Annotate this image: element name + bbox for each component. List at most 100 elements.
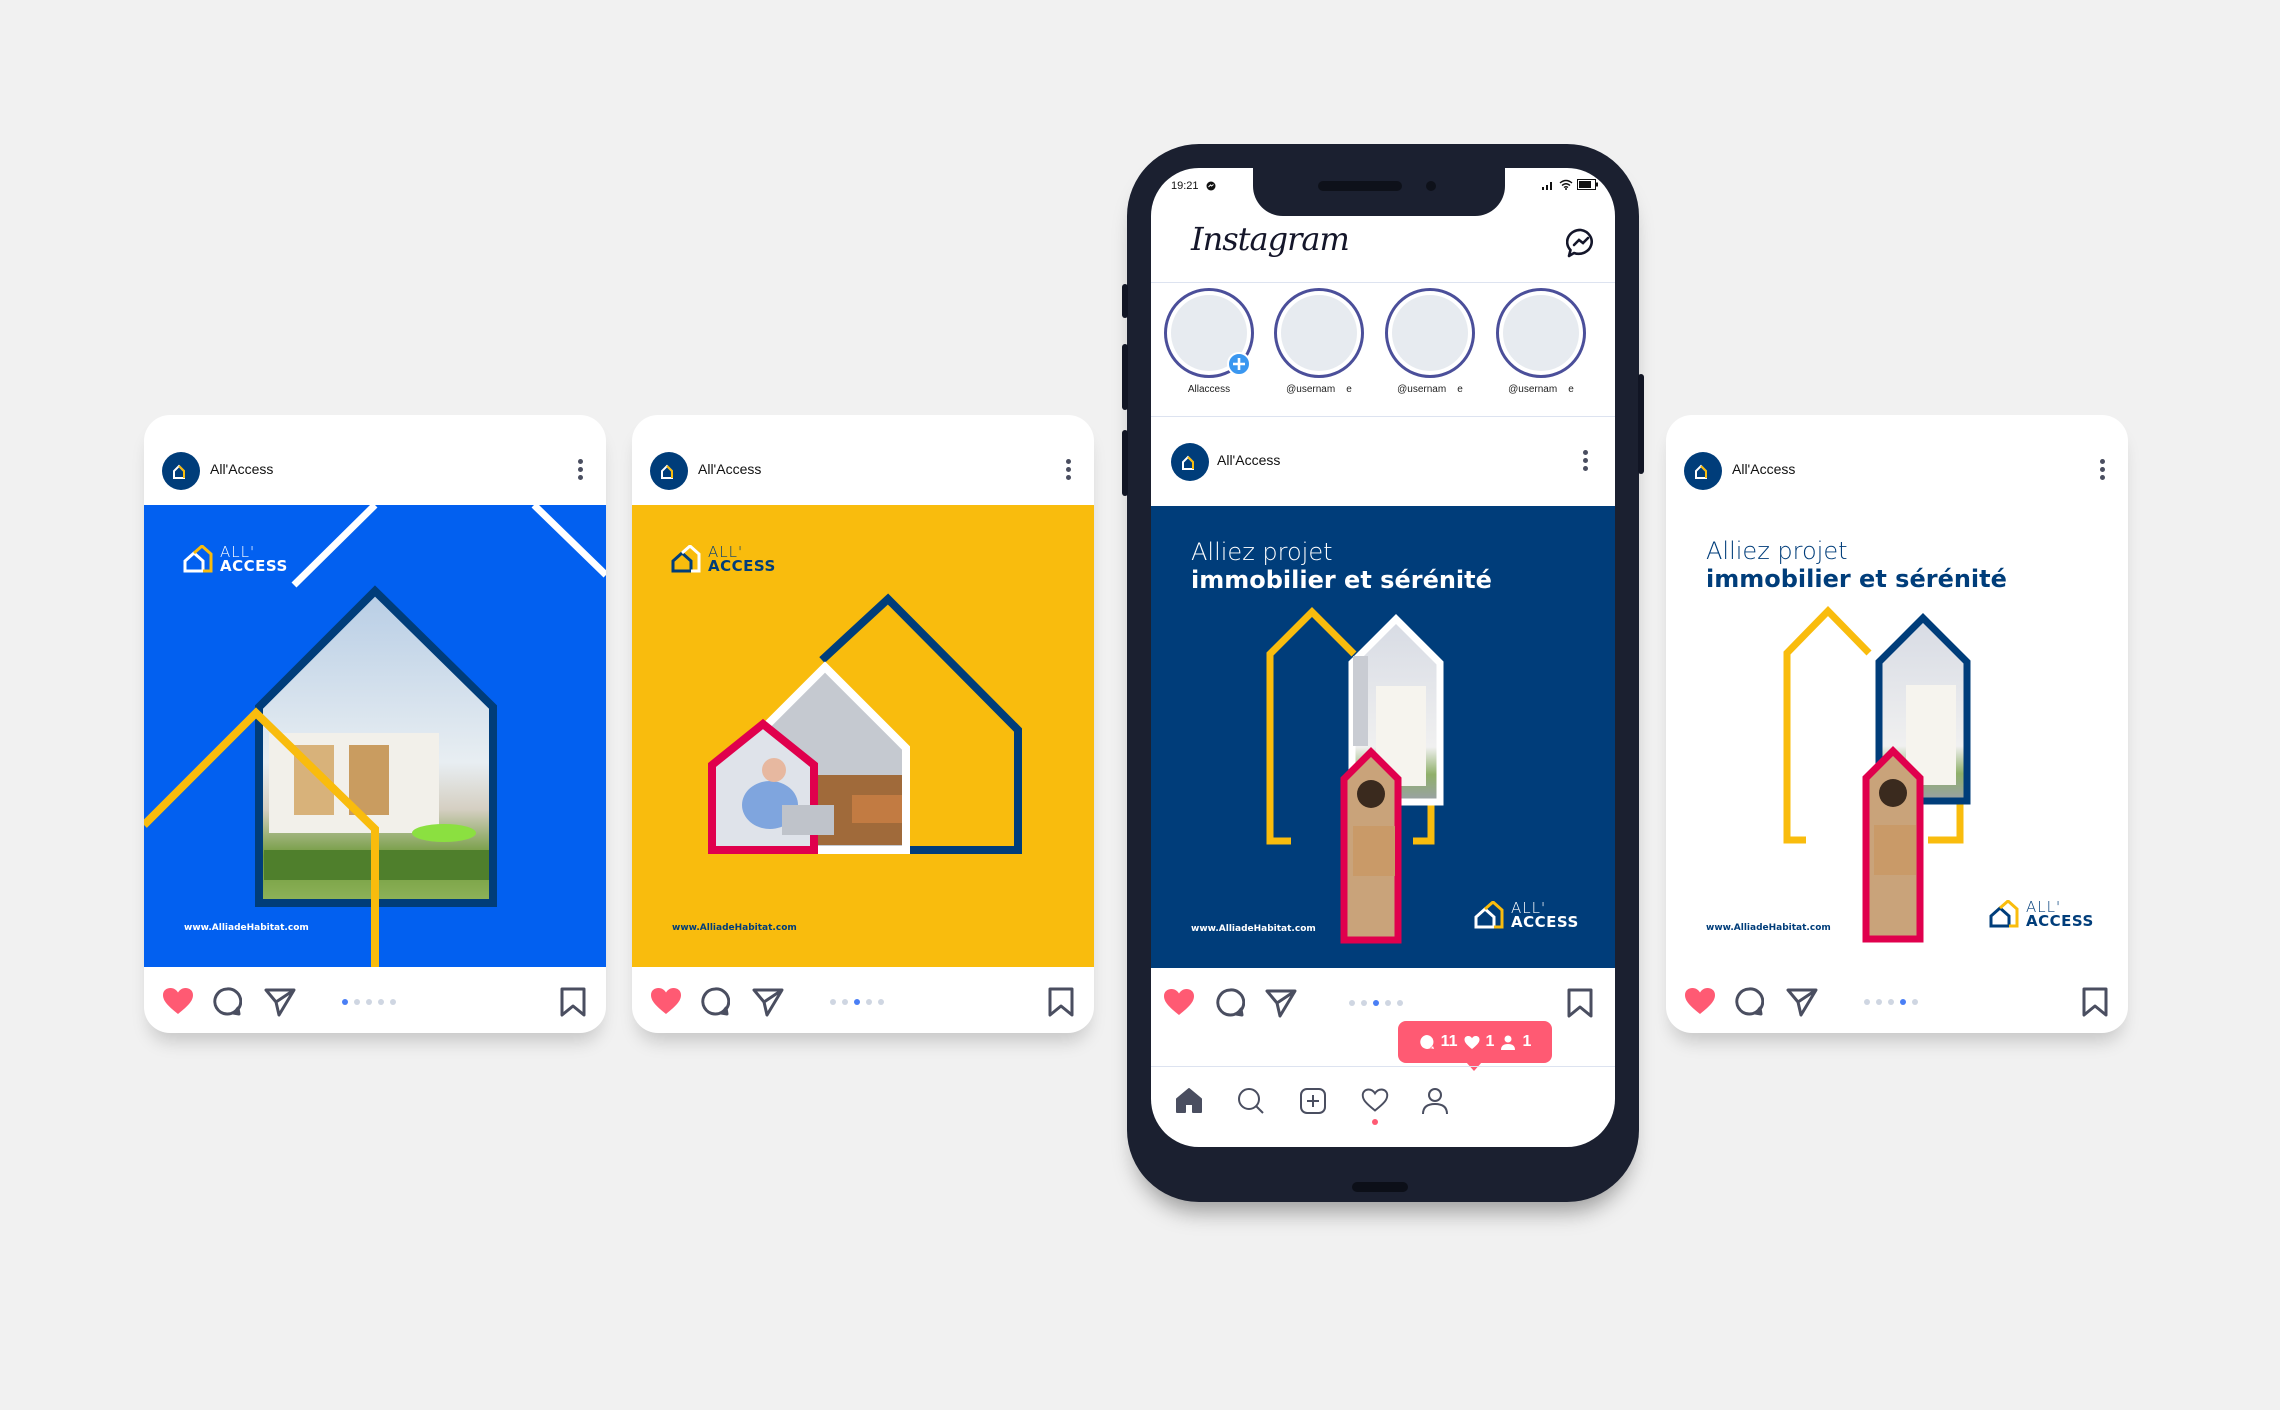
account-name[interactable]: All'Access <box>698 461 761 477</box>
account-name[interactable]: All'Access <box>1732 461 1795 477</box>
bookmark-icon[interactable] <box>1048 987 1074 1017</box>
share-send-icon[interactable] <box>264 987 296 1017</box>
phone-power-button <box>1638 374 1644 474</box>
like-heart-icon[interactable] <box>1163 988 1195 1016</box>
signal-icon <box>1542 182 1552 190</box>
website-text: www.AlliadeHabitat.com <box>184 923 309 933</box>
brand-logo: ALL' ACCESS <box>1988 899 2094 931</box>
logo-line2: ACCESS <box>2026 912 2094 931</box>
like-heart-icon[interactable] <box>162 987 194 1015</box>
story-label: @usernam e <box>1508 384 1574 395</box>
account-name[interactable]: All'Access <box>210 461 273 477</box>
post-image[interactable]: ALL' ACCESS www.AlliadeHabitat.com <box>632 505 1094 967</box>
add-story-icon[interactable] <box>1227 352 1251 376</box>
post-actions <box>144 967 606 1033</box>
account-name[interactable]: All'Access <box>1217 452 1280 468</box>
activity-notification-bubble[interactable]: 11 1 1 <box>1398 1021 1552 1071</box>
post-header: All'Access <box>632 415 1094 505</box>
phone-volume-up <box>1122 344 1128 410</box>
post-card-blue: All'Access ALL' ACCESS www.AlliadeHabitat… <box>144 415 606 1033</box>
house-logo-icon <box>661 464 673 479</box>
comment-icon[interactable] <box>700 987 730 1017</box>
divider <box>1151 416 1615 417</box>
house-logo-icon <box>1695 464 1707 479</box>
home-icon[interactable] <box>1175 1087 1203 1113</box>
brand-logo: ALL' ACCESS <box>1473 900 1579 932</box>
instagram-logo: Instagram <box>1191 220 1350 258</box>
story-item[interactable]: @usernam e <box>1271 288 1367 395</box>
house-logo-icon <box>1989 900 2019 928</box>
house-logo-icon <box>183 545 213 573</box>
website-text: www.AlliadeHabitat.com <box>1191 924 1316 934</box>
messenger-status-icon <box>1206 181 1216 191</box>
story-item[interactable]: @usernam e <box>1493 288 1589 395</box>
house-logo-icon <box>671 545 701 573</box>
like-heart-icon[interactable] <box>1684 987 1716 1015</box>
logo-line2: ACCESS <box>708 557 776 576</box>
phone-screen: 19:21 Instagram Allaccess @usernam e @us… <box>1151 168 1615 1147</box>
logo-line2: ACCESS <box>1511 913 1579 932</box>
carousel-dots <box>830 999 884 1005</box>
house-graphic <box>144 505 606 967</box>
wifi-icon <box>1559 179 1573 190</box>
story-item[interactable]: @usernam e <box>1382 288 1478 395</box>
house-graphic <box>708 593 1022 854</box>
phone-bottom-port <box>1352 1182 1408 1192</box>
comment-count-icon <box>1419 1035 1434 1049</box>
post-header: All'Access <box>144 415 606 505</box>
share-send-icon[interactable] <box>1786 987 1818 1017</box>
website-text: www.AlliadeHabitat.com <box>1706 923 1831 933</box>
avatar[interactable] <box>162 452 200 490</box>
avatar[interactable] <box>650 452 688 490</box>
search-icon[interactable] <box>1237 1087 1265 1115</box>
more-options-icon[interactable] <box>1066 459 1072 481</box>
activity-indicator-dot <box>1372 1119 1378 1125</box>
like-count-icon <box>1464 1035 1480 1049</box>
more-options-icon[interactable] <box>2100 459 2106 481</box>
bookmark-icon[interactable] <box>1567 988 1593 1018</box>
avatar[interactable] <box>1171 443 1209 481</box>
status-time: 19:21 <box>1171 180 1199 192</box>
carousel-dots <box>1864 999 1918 1005</box>
story-label: @usernam e <box>1286 384 1352 395</box>
story-label: Allaccess <box>1187 384 1231 395</box>
house-logo-icon <box>1474 901 1504 929</box>
activity-heart-icon[interactable] <box>1361 1087 1389 1113</box>
carousel-dots <box>1349 1000 1403 1006</box>
website-text: www.AlliadeHabitat.com <box>672 923 797 933</box>
post-header: All'Access <box>1666 415 2128 506</box>
house-logo-icon <box>1182 455 1194 470</box>
post-actions <box>632 967 1094 1033</box>
post-image[interactable]: Alliez projet immobilier et sérénité ALL… <box>1151 506 1615 968</box>
phone-silent-switch <box>1122 284 1128 318</box>
follower-count-icon <box>1501 1035 1516 1050</box>
bookmark-icon[interactable] <box>560 987 586 1017</box>
like-heart-icon[interactable] <box>650 987 682 1015</box>
comment-count: 11 <box>1440 1033 1458 1050</box>
follower-count: 1 <box>1522 1033 1532 1050</box>
bookmark-icon[interactable] <box>2082 987 2108 1017</box>
post-header: All'Access <box>1151 418 1615 508</box>
share-send-icon[interactable] <box>1265 988 1297 1018</box>
divider <box>1151 282 1615 283</box>
more-options-icon[interactable] <box>578 459 584 481</box>
comment-icon[interactable] <box>1215 988 1245 1018</box>
logo-line2: ACCESS <box>220 557 288 576</box>
story-label: @usernam e <box>1397 384 1463 395</box>
post-image[interactable]: ALL' ACCESS www.AlliadeHabitat.com <box>144 505 606 967</box>
post-card-white: All'Access Alliez projet immobilier et s… <box>1666 415 2128 1033</box>
post-image[interactable]: Alliez projet immobilier et sérénité ALL… <box>1666 505 2128 967</box>
phone-frame: 19:21 Instagram Allaccess @usernam e @us… <box>1122 144 1644 1202</box>
story-item[interactable]: Allaccess <box>1161 288 1257 395</box>
profile-icon[interactable] <box>1421 1087 1449 1115</box>
more-options-icon[interactable] <box>1583 450 1589 472</box>
comment-icon[interactable] <box>212 987 242 1017</box>
comment-icon[interactable] <box>1734 987 1764 1017</box>
new-post-icon[interactable] <box>1299 1087 1327 1115</box>
messenger-icon[interactable] <box>1566 228 1596 258</box>
avatar[interactable] <box>1684 452 1722 490</box>
share-send-icon[interactable] <box>752 987 784 1017</box>
brand-logo: ALL' ACCESS <box>182 544 288 576</box>
phone-volume-down <box>1122 430 1128 496</box>
like-count: 1 <box>1485 1033 1495 1050</box>
